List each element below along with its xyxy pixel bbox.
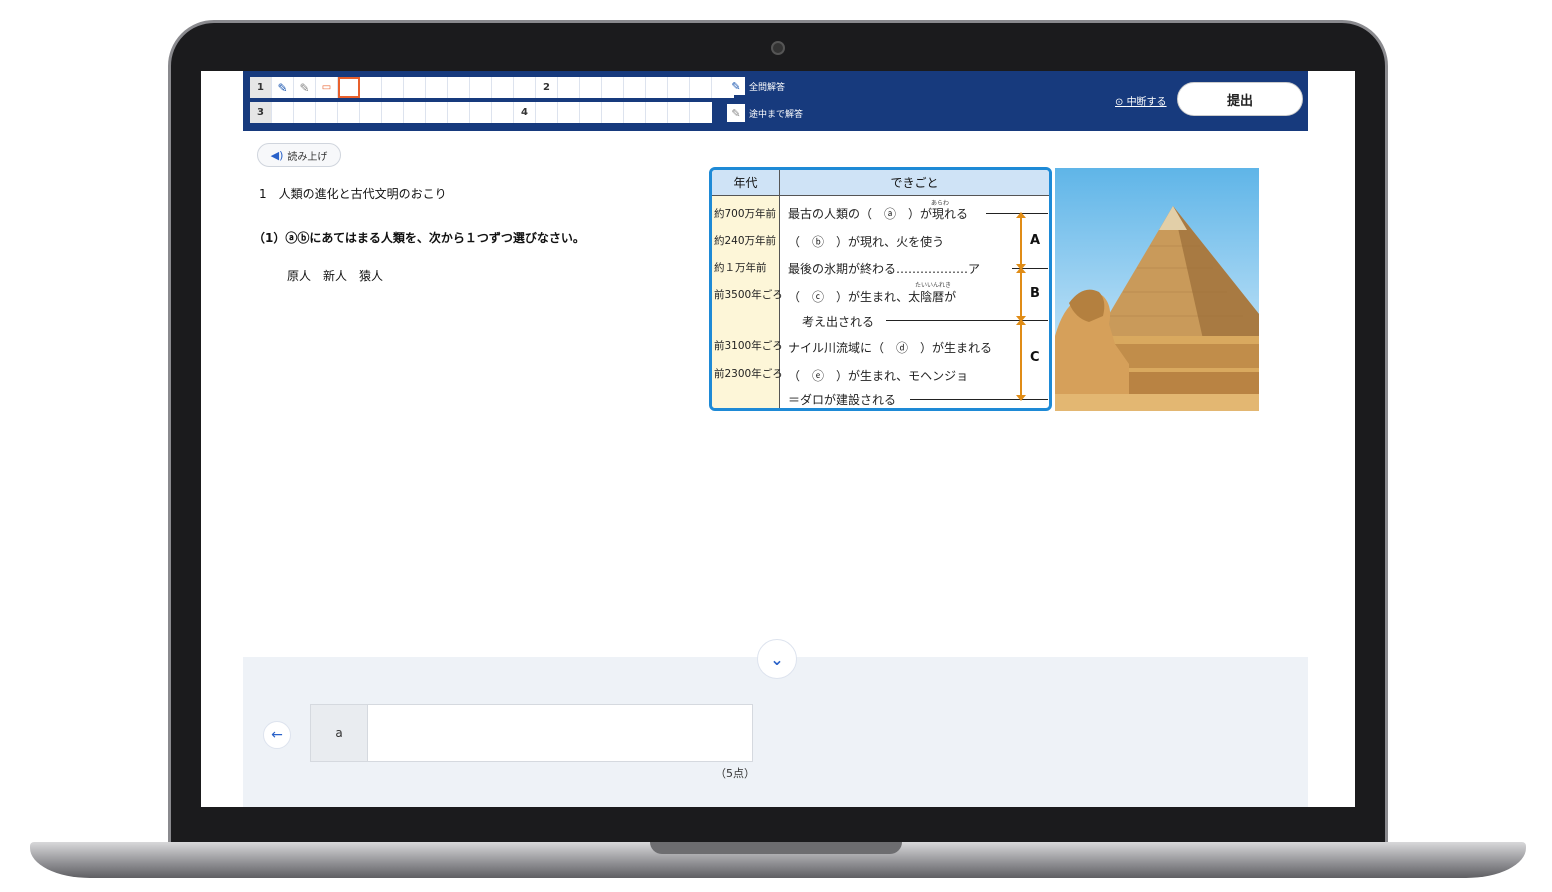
question-cell[interactable] <box>294 102 316 123</box>
pen-icon: ✎ <box>727 77 745 95</box>
question-cell[interactable] <box>382 77 404 98</box>
year-label: 前3500年ごろ <box>714 289 783 301</box>
question-cell[interactable] <box>360 77 382 98</box>
question-cell[interactable] <box>690 102 712 123</box>
read-aloud-label: 読み上げ <box>287 151 328 163</box>
tag-icon[interactable]: ▭ <box>316 77 338 98</box>
chevron-down-icon[interactable]: ⌄ <box>757 639 797 679</box>
question-cell[interactable] <box>338 102 360 123</box>
question-cell[interactable] <box>316 102 338 123</box>
year-label: 前3100年ごろ <box>714 340 783 352</box>
answer-label: a <box>310 704 368 762</box>
range-arrow <box>1016 212 1026 270</box>
question-cell[interactable] <box>426 102 448 123</box>
question-cell[interactable] <box>404 102 426 123</box>
answer-input[interactable] <box>368 704 753 762</box>
score-label: （5点） <box>715 767 755 780</box>
question-cell[interactable] <box>536 102 558 123</box>
question-cell-active[interactable] <box>338 77 360 98</box>
pyramid-photo <box>1055 168 1259 411</box>
question-cell[interactable] <box>514 77 536 98</box>
header-year: 年代 <box>712 170 780 195</box>
range-arrow <box>1016 319 1026 401</box>
camera-icon <box>771 41 785 55</box>
question-number-4[interactable]: 4 <box>514 102 536 123</box>
question-cell[interactable] <box>646 102 668 123</box>
legend-all-label: 全問解答 <box>749 82 786 93</box>
legend-partial-answered: ✎ 途中まで解答 <box>727 104 803 122</box>
laptop-notch <box>650 842 902 854</box>
question-cell[interactable] <box>558 77 580 98</box>
top-bar: 1 ✎ ✎ ▭ 2 3 4 ✎ 全問解答 ✎ 途中まで解答 ⊙ 中断する 提出 <box>243 71 1308 131</box>
header-event: できごと <box>890 176 939 190</box>
question-number-2[interactable]: 2 <box>536 77 558 98</box>
question-cell[interactable] <box>360 102 382 123</box>
question-row-1: 1 ✎ ✎ ▭ 2 <box>249 76 735 99</box>
question-cell[interactable] <box>448 102 470 123</box>
event-text: ナイル川流域に（ ⓓ ）が生まれる <box>788 341 993 355</box>
question-cell[interactable] <box>690 77 712 98</box>
pen-icon[interactable]: ✎ <box>272 77 294 98</box>
question-number-1[interactable]: 1 <box>250 77 272 98</box>
segment-label: C <box>1030 350 1040 365</box>
question-text: （1）ⓐⓑにあてはまる人類を、次から１つずつ選びなさい。 <box>253 231 585 245</box>
question-cell[interactable] <box>668 102 690 123</box>
timeline-line <box>910 399 1048 400</box>
segment-label: B <box>1030 286 1040 301</box>
question-cell[interactable] <box>492 77 514 98</box>
question-cell[interactable] <box>404 77 426 98</box>
section-title: 1 人類の進化と古代文明のおこり <box>259 187 447 201</box>
question-cell[interactable] <box>382 102 404 123</box>
year-label: 約240万年前 <box>714 235 777 247</box>
question-cell[interactable] <box>426 77 448 98</box>
pencil-icon: ✎ <box>727 104 745 122</box>
question-cell[interactable] <box>580 77 602 98</box>
event-text: ＝ダロが建設される <box>788 393 897 407</box>
question-cell[interactable] <box>470 102 492 123</box>
answer-choices: 原人 新人 猿人 <box>287 269 384 283</box>
question-row-2: 3 4 <box>249 101 713 124</box>
question-cell[interactable] <box>558 102 580 123</box>
event-text: （ ⓑ ）が現れ、火を使う <box>788 235 945 249</box>
pencil-icon[interactable]: ✎ <box>294 77 316 98</box>
legend-all-answered: ✎ 全問解答 <box>727 77 785 95</box>
year-label: 前2300年ごろ <box>714 368 783 380</box>
speaker-icon: ◀) <box>270 148 284 162</box>
question-number-3[interactable]: 3 <box>250 102 272 123</box>
event-text: 最後の氷期が終わる………………ア <box>788 262 981 276</box>
question-cell[interactable] <box>602 102 624 123</box>
back-arrow-icon[interactable]: ← <box>263 721 291 749</box>
question-cell[interactable] <box>580 102 602 123</box>
question-cell[interactable] <box>646 77 668 98</box>
legend-partial-label: 途中まで解答 <box>749 109 804 120</box>
question-cell[interactable] <box>624 77 646 98</box>
event-text: 最古の人類の（ ⓐ ）が現れる <box>788 207 969 221</box>
event-text: 考え出される <box>802 315 875 329</box>
screen: 1 ✎ ✎ ▭ 2 3 4 ✎ 全問解答 ✎ 途中まで解答 ⊙ 中断する 提出 … <box>201 71 1355 807</box>
question-cell[interactable] <box>602 77 624 98</box>
read-aloud-button[interactable]: ◀) 読み上げ <box>257 143 341 167</box>
range-arrow <box>1016 267 1026 322</box>
pause-label: 中断する <box>1126 97 1167 108</box>
submit-button[interactable]: 提出 <box>1177 82 1303 116</box>
segment-label: A <box>1030 233 1041 248</box>
question-cell[interactable] <box>492 102 514 123</box>
question-cell[interactable] <box>470 77 492 98</box>
year-label: 約１万年前 <box>714 262 767 274</box>
question-cell[interactable] <box>668 77 690 98</box>
question-cell[interactable] <box>272 102 294 123</box>
pyramid-image <box>1055 206 1259 411</box>
year-label: 約700万年前 <box>714 208 777 220</box>
event-text: （ ⓒ ）が生まれ、太陰暦が <box>788 290 957 304</box>
question-cell[interactable] <box>448 77 470 98</box>
question-cell[interactable] <box>624 102 646 123</box>
event-text: （ ⓔ ）が生まれ、モヘンジョ <box>788 369 969 383</box>
pause-link[interactable]: ⊙ 中断する <box>1115 93 1167 108</box>
timeline-table: 年代 できごと 約700万年前 約240万年前 約１万年前 前3500年ごろ 前… <box>709 167 1052 411</box>
timeline-header: 年代 できごと <box>712 170 1049 196</box>
